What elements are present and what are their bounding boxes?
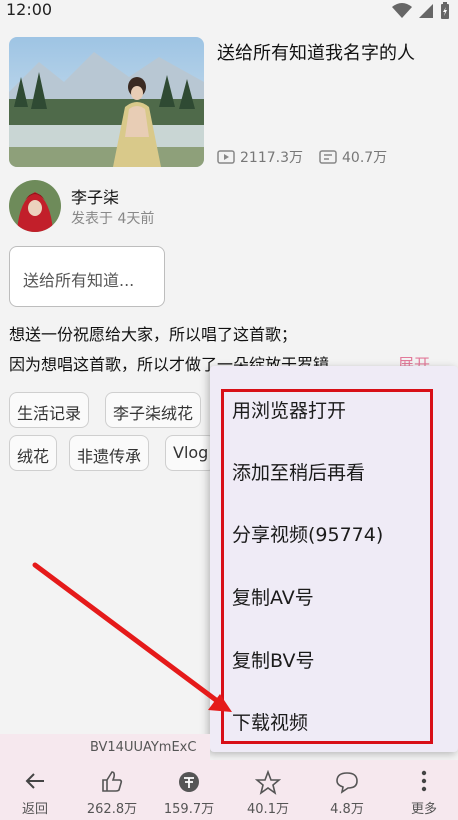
status-icons [392,2,450,20]
video-title: 送给所有知道我名字的人 [217,43,415,64]
back-button[interactable]: 返回 [5,760,65,820]
comment-count: 4.8万 [330,802,364,817]
tag-item[interactable]: 生活记录 [9,392,90,428]
bottom-action-bar: 返回 262.8万 159.7万 40.1万 4.8万 更多 [0,760,458,820]
video-thumbnail[interactable] [9,37,204,167]
comment-button[interactable]: 4.8万 [317,760,377,820]
danmaku-count: 40.7万 [342,150,388,166]
back-label: 返回 [21,802,48,817]
favorite-button[interactable]: 40.1万 [238,760,298,820]
author-row[interactable]: 李子柒 发表于 4天前 [9,180,309,232]
tag-item[interactable]: 非遗传承 [69,435,150,471]
status-time: 12:00 [6,0,53,19]
coin-count: 159.7万 [163,802,215,817]
more-button[interactable]: 更多 [394,760,454,820]
like-count: 262.8万 [86,802,138,817]
back-arrow-icon [25,773,44,789]
highlight-box [221,389,433,744]
thumbs-up-icon [102,771,123,792]
wifi-icon [392,3,412,18]
description-line-1: 想送一份祝愿给大家，所以唱了这首歌； [9,325,298,344]
danmaku-stat: 40.7万 [319,147,387,167]
bv-number: BV14UUAYmExC [90,740,197,755]
video-card[interactable]: 送给所有知道我名字的人 2117.3万 40.7万 [9,37,449,167]
favorite-count: 40.1万 [247,802,289,817]
tag-item[interactable]: 绒花 [9,435,58,471]
collection-card[interactable]: 送给所有知道... [9,246,165,307]
publish-time: 发表于 4天前 [71,211,155,227]
views-count: 2117.3万 [240,150,303,166]
coin-icon [179,772,199,792]
danmaku-icon [319,150,337,164]
status-bar: 12:00 [0,0,458,22]
avatar[interactable] [9,180,61,232]
tag-item[interactable]: 李子柒绒花 [105,392,202,428]
more-vertical-icon [421,770,427,792]
video-stats: 2117.3万 40.7万 [217,147,387,167]
comment-icon [336,772,358,794]
play-count-icon [217,150,235,164]
author-name[interactable]: 李子柒 [71,184,119,208]
more-label: 更多 [410,802,437,817]
coin-button[interactable]: 159.7万 [159,760,219,820]
battery-icon [441,2,449,19]
views-stat: 2117.3万 [217,147,303,167]
tag-item[interactable]: Vlog [165,435,217,471]
like-button[interactable]: 262.8万 [82,760,142,820]
star-icon [255,770,281,795]
signal-icon [419,4,433,18]
